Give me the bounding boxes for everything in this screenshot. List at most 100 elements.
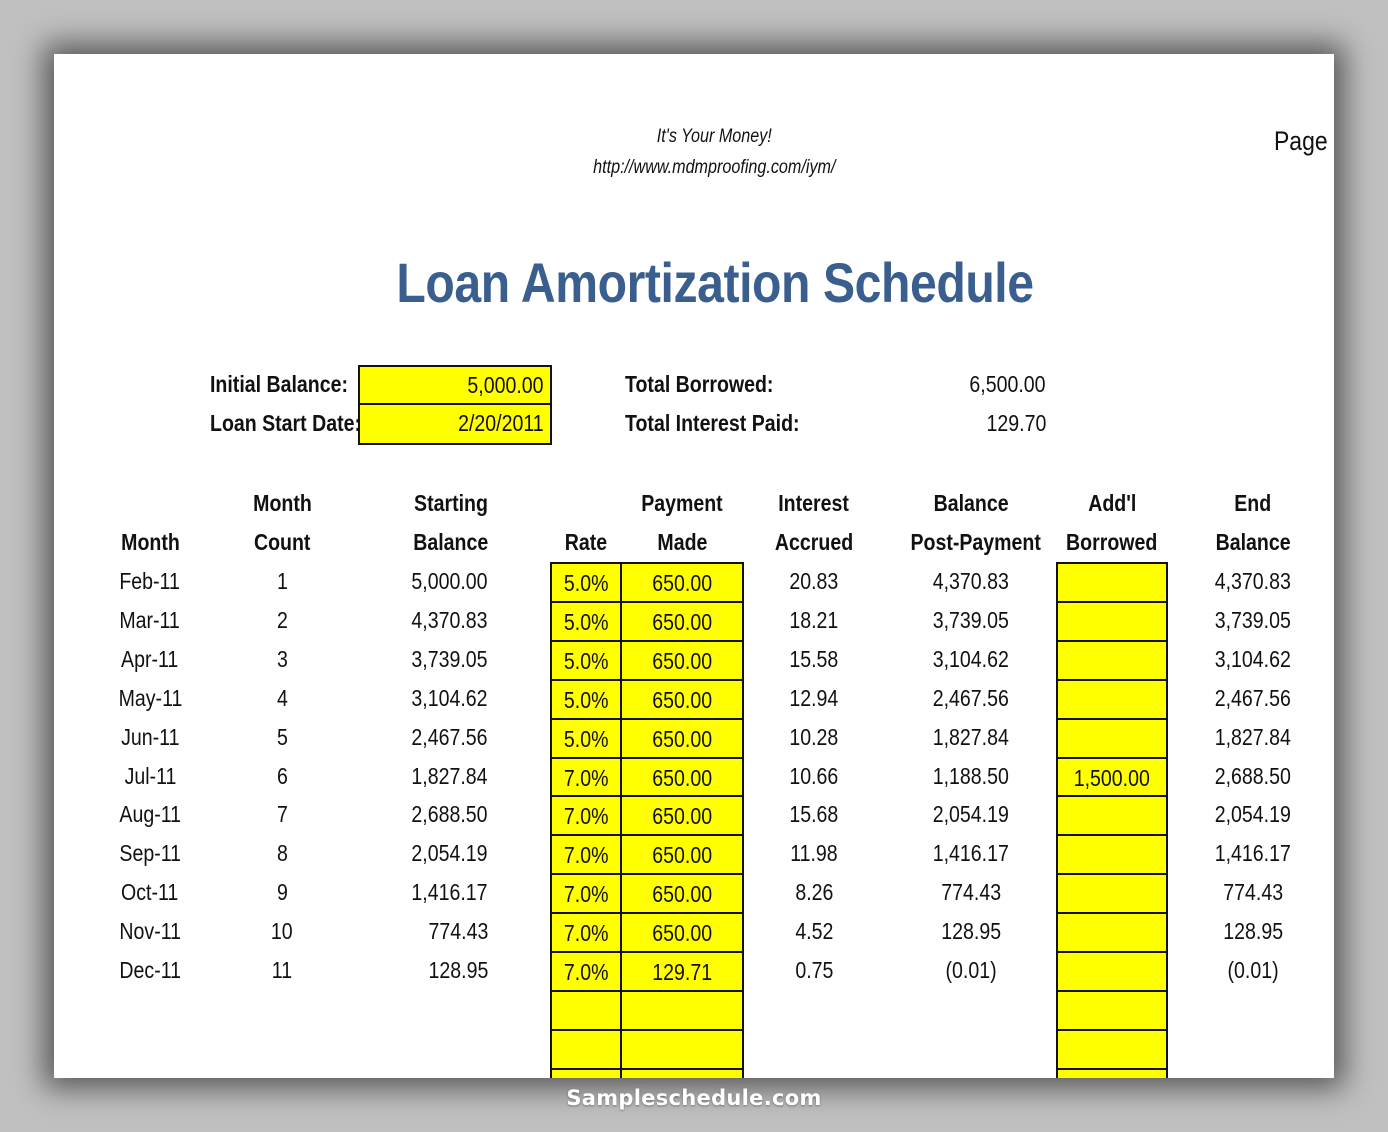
cell-month: [104, 1029, 196, 1068]
cell-rate[interactable]: 7.0%: [550, 951, 622, 991]
cell-post: 2,054.19: [932, 801, 1010, 828]
table-row: Dec-11 11 128.95 7.0% 129.71 0.75 (0.01) (0.01): [54, 951, 1334, 991]
cell-post: 1,416.17: [932, 840, 1010, 867]
total-borrowed-label: Total Borrowed:: [625, 371, 774, 397]
cell-rate[interactable]: 7.0%: [550, 795, 622, 836]
cell-post: 774.43: [941, 879, 1001, 906]
cell-count: 5: [276, 723, 288, 750]
cell-rate[interactable]: 7.0%: [550, 873, 622, 914]
cell-addl[interactable]: [1056, 717, 1168, 758]
cell-count: 6: [276, 762, 288, 789]
cell-rate[interactable]: 5.0%: [550, 639, 622, 680]
cell-end: 2,467.56: [1214, 684, 1292, 711]
cell-rate[interactable]: 5.0%: [550, 678, 622, 719]
cell-addl[interactable]: [1056, 951, 1168, 991]
cell-count: 2: [276, 606, 288, 633]
table-row: Feb-11 1 5,000.00 5.0% 650.00 20.83 4,370.83 4,…: [54, 562, 1334, 602]
cell-post: 2,467.56: [932, 684, 1010, 711]
table-row: [54, 989, 1334, 1030]
cell-rate[interactable]: [550, 1028, 622, 1069]
cell-starting: 2,054.19: [411, 840, 488, 867]
table-row: Sep-11 8 2,054.19 7.0% 650.00 11.98 1,416.17 1,…: [54, 834, 1334, 875]
cell-count: 8: [276, 840, 288, 867]
cell-addl[interactable]: [1056, 912, 1168, 953]
cell-interest: 15.68: [789, 801, 839, 828]
cell-rate[interactable]: 5.0%: [550, 600, 622, 641]
cell-payment[interactable]: 650.00: [620, 717, 744, 758]
initial-balance-label: Initial Balance:: [210, 371, 348, 397]
cell-post: 3,739.05: [932, 606, 1010, 633]
cell-count: [232, 1029, 332, 1068]
cell-addl[interactable]: [1056, 639, 1168, 680]
col-post-header-2: Post-Payment: [910, 529, 1041, 555]
cell-rate[interactable]: 7.0%: [550, 756, 622, 797]
cell-month: [104, 1068, 196, 1078]
cell-interest: 15.58: [789, 645, 839, 672]
cell-payment[interactable]: [620, 1028, 744, 1069]
table-row: Jun-11 5 2,467.56 5.0% 650.00 10.28 1,827.84 1,…: [54, 717, 1334, 758]
page-title: Loan Amortization Schedule: [396, 251, 1034, 314]
cell-payment[interactable]: 650.00: [620, 639, 744, 680]
cell-count: 9: [276, 879, 288, 906]
cell-count: 7: [276, 801, 288, 828]
cell-payment[interactable]: 129.71: [620, 951, 744, 991]
cell-end: 2,054.19: [1214, 801, 1292, 828]
cell-payment[interactable]: 650.00: [620, 756, 744, 797]
col-interest-header-2: Accrued: [774, 529, 854, 555]
cell-rate[interactable]: 7.0%: [550, 912, 622, 953]
cell-interest: 0.75: [794, 957, 834, 983]
cell-starting: [384, 1068, 488, 1078]
cell-starting: 4,370.83: [411, 606, 488, 633]
cell-rate[interactable]: [550, 1067, 622, 1078]
cell-starting: [384, 990, 488, 1029]
cell-addl[interactable]: [1056, 989, 1168, 1030]
table-row: Apr-11 3 3,739.05 5.0% 650.00 15.58 3,104.62 3,…: [54, 639, 1334, 680]
cell-interest: [759, 1068, 869, 1078]
cell-addl[interactable]: [1056, 562, 1168, 602]
cell-addl[interactable]: [1056, 1028, 1168, 1069]
cell-count: 4: [276, 684, 288, 711]
cell-rate[interactable]: 5.0%: [550, 717, 622, 758]
cell-month: Dec-11: [119, 957, 181, 983]
col-rate-header: Rate: [564, 529, 608, 555]
cell-count: [232, 990, 332, 1029]
header-url[interactable]: http://www.mdmproofing.com/iym/: [153, 157, 1275, 179]
cell-rate[interactable]: 7.0%: [550, 834, 622, 875]
header-tagline: It's Your Money!: [656, 126, 772, 147]
cell-starting: 128.95: [428, 957, 488, 983]
cell-addl[interactable]: [1056, 834, 1168, 875]
cell-month: Jul-11: [124, 762, 176, 789]
cell-payment[interactable]: 650.00: [620, 912, 744, 953]
cell-rate[interactable]: [550, 989, 622, 1030]
cell-addl[interactable]: 1,500.00: [1056, 756, 1168, 797]
total-borrowed-value: 6,500.00: [969, 371, 1046, 397]
cell-payment[interactable]: 650.00: [620, 873, 744, 914]
col-month-header: Month: [120, 529, 180, 555]
cell-end: 1,416.17: [1214, 840, 1292, 867]
loan-start-date-input[interactable]: 2/20/2011: [358, 403, 552, 445]
cell-end: 3,104.62: [1214, 645, 1292, 672]
col-addl-header-1: Add'l: [1087, 490, 1137, 516]
total-interest-value: 129.70: [986, 410, 1046, 436]
cell-post: 3,104.62: [932, 645, 1010, 672]
cell-interest: [759, 990, 869, 1029]
cell-addl[interactable]: [1056, 1067, 1168, 1078]
cell-rate[interactable]: 5.0%: [550, 562, 622, 602]
cell-end: 1,827.84: [1214, 723, 1292, 750]
table-row: Mar-11 2 4,370.83 5.0% 650.00 18.21 3,739.05 3,…: [54, 600, 1334, 641]
cell-month: Apr-11: [121, 645, 179, 672]
cell-addl[interactable]: [1056, 600, 1168, 641]
col-addl-header-2: Borrowed: [1066, 529, 1158, 555]
cell-addl[interactable]: [1056, 795, 1168, 836]
cell-payment[interactable]: 650.00: [620, 834, 744, 875]
cell-addl[interactable]: [1056, 678, 1168, 719]
cell-payment[interactable]: 650.00: [620, 795, 744, 836]
cell-payment[interactable]: [620, 1067, 744, 1078]
cell-payment[interactable]: 650.00: [620, 678, 744, 719]
cell-payment[interactable]: 650.00: [620, 562, 744, 602]
initial-balance-input[interactable]: 5,000.00: [358, 365, 552, 405]
cell-post: (0.01): [945, 957, 997, 983]
cell-payment[interactable]: 650.00: [620, 600, 744, 641]
cell-payment[interactable]: [620, 989, 744, 1030]
cell-addl[interactable]: [1056, 873, 1168, 914]
